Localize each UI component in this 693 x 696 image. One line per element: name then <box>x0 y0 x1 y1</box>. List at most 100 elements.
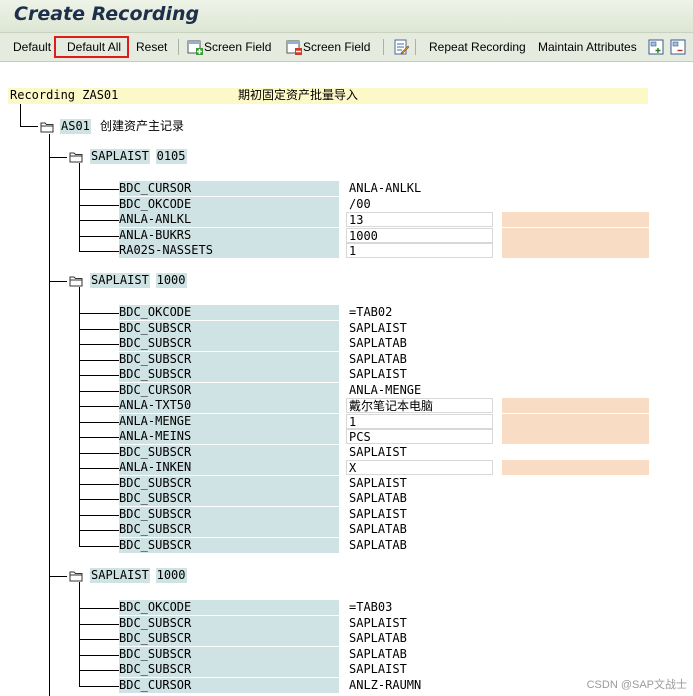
expand-all-icon[interactable] <box>648 39 664 55</box>
tree-connector <box>79 313 119 314</box>
recording-name: Recording ZAS01 <box>10 88 119 102</box>
field-value: ANLA-ANLKL <box>349 181 422 195</box>
tree-connector <box>79 452 119 454</box>
field-value: SAPLATAB <box>349 646 407 661</box>
screen-dynpro[interactable]: 1000 <box>155 273 187 288</box>
field-name[interactable]: BDC_SUBSCR <box>119 646 339 662</box>
toolbar-separator <box>383 39 384 55</box>
input-placeholder-cell[interactable] <box>502 398 649 413</box>
tree-connector <box>79 406 119 407</box>
field-name[interactable]: BDC_OKCODE <box>119 305 339 320</box>
field-name[interactable]: ANLA-MEINS <box>119 429 339 444</box>
field-name[interactable]: RA02S-NASSETS <box>119 243 339 258</box>
tree-connector <box>79 483 119 485</box>
field-name[interactable]: BDC_SUBSCR <box>119 506 339 522</box>
field-value: ANLZ-RAUMN <box>349 677 422 692</box>
input-placeholder-cell[interactable] <box>502 243 649 258</box>
field-name[interactable]: BDC_SUBSCR <box>119 491 339 506</box>
tree-connector <box>79 328 119 330</box>
field-name[interactable]: BDC_SUBSCR <box>119 320 339 336</box>
field-value: SAPLATAB <box>349 522 407 536</box>
field-value: SAPLAIST <box>349 367 407 381</box>
field-name[interactable]: BDC_OKCODE <box>119 600 339 615</box>
tree-connector <box>79 235 119 237</box>
field-value-input[interactable]: 戴尔笔记本电脑 <box>346 398 493 413</box>
tree-connector <box>79 468 119 469</box>
screen-dynpro[interactable]: 1000 <box>155 568 187 583</box>
field-value-input[interactable]: 1000 <box>346 227 493 243</box>
field-name[interactable]: BDC_SUBSCR <box>119 662 339 677</box>
toolbar-separator <box>415 39 416 55</box>
field-name[interactable]: BDC_SUBSCR <box>119 367 339 382</box>
tree-connector <box>79 670 119 671</box>
tree-connector <box>49 157 67 158</box>
field-name[interactable]: BDC_CURSOR <box>119 181 339 196</box>
field-value-input[interactable]: 1 <box>346 243 493 258</box>
field-name[interactable]: BDC_SUBSCR <box>119 336 339 351</box>
field-name[interactable]: BDC_SUBSCR <box>119 615 339 631</box>
input-placeholder-cell[interactable] <box>502 212 649 227</box>
tree-connector <box>49 281 67 282</box>
tree-connector <box>79 189 119 190</box>
transaction-code[interactable]: AS01 <box>60 119 91 134</box>
field-value-input[interactable]: 1 <box>346 413 493 429</box>
input-placeholder-cell[interactable] <box>502 413 649 429</box>
edit-document-icon[interactable] <box>393 39 409 55</box>
tree-connector <box>79 421 119 423</box>
field-value: SAPLATAB <box>349 351 407 366</box>
field-name[interactable]: BDC_SUBSCR <box>119 631 339 646</box>
field-value: SAPLAIST <box>349 320 407 335</box>
screen-field-insert-button[interactable]: Screen Field <box>204 33 271 61</box>
field-name[interactable]: ANLA-INKEN <box>119 460 339 475</box>
tree-connector <box>79 545 119 547</box>
input-placeholder-cell[interactable] <box>502 227 649 243</box>
tree-connector <box>79 220 119 221</box>
field-name[interactable]: BDC_SUBSCR <box>119 475 339 491</box>
default-all-highlight-box <box>54 36 129 58</box>
tree-connector <box>79 499 119 500</box>
input-placeholder-cell[interactable] <box>502 429 649 444</box>
field-value: SAPLATAB <box>349 537 407 552</box>
screen-node[interactable]: SAPLAIST <box>90 273 150 288</box>
screen-folder-icon[interactable] <box>69 275 83 287</box>
tree-connector <box>79 344 119 345</box>
field-value-input[interactable]: X <box>346 460 493 475</box>
maintain-attributes-button[interactable]: Maintain Attributes <box>538 33 637 61</box>
screen-field-delete-icon[interactable] <box>286 39 302 55</box>
tree-connector <box>79 251 119 252</box>
default-button[interactable]: Default <box>13 33 51 61</box>
field-name[interactable]: BDC_OKCODE <box>119 196 339 212</box>
field-name[interactable]: BDC_CURSOR <box>119 677 339 693</box>
tree-connector <box>20 126 38 127</box>
screen-folder-icon[interactable] <box>69 151 83 163</box>
input-placeholder-cell[interactable] <box>502 460 649 475</box>
field-name[interactable]: ANLA-ANLKL <box>119 212 339 227</box>
field-name[interactable]: BDC_SUBSCR <box>119 351 339 367</box>
field-value: SAPLAIST <box>349 475 407 490</box>
field-value-input[interactable]: PCS <box>346 429 493 444</box>
repeat-recording-button[interactable]: Repeat Recording <box>429 33 526 61</box>
screen-node[interactable]: SAPLAIST <box>90 568 150 583</box>
field-name[interactable]: ANLA-MENGE <box>119 413 339 429</box>
reset-button[interactable]: Reset <box>136 33 167 61</box>
field-value: SAPLATAB <box>349 336 407 350</box>
tree-connector <box>79 204 119 206</box>
collapse-all-icon[interactable] <box>670 39 686 55</box>
screen-field-insert-icon[interactable] <box>187 39 203 55</box>
field-value-input[interactable]: 13 <box>346 212 493 227</box>
transaction-folder-icon[interactable] <box>40 121 54 133</box>
field-name[interactable]: ANLA-BUKRS <box>119 227 339 243</box>
field-value: =TAB03 <box>349 600 393 614</box>
field-name[interactable]: BDC_CURSOR <box>119 382 339 398</box>
field-name[interactable]: BDC_SUBSCR <box>119 444 339 460</box>
field-name[interactable]: ANLA-TXT50 <box>119 398 339 413</box>
tree-connector <box>79 359 119 361</box>
tree-connector <box>79 639 119 640</box>
screen-folder-icon[interactable] <box>69 570 83 582</box>
screen-dynpro[interactable]: 0105 <box>155 149 187 164</box>
screen-field-delete-button[interactable]: Screen Field <box>303 33 370 61</box>
screen-node[interactable]: SAPLAIST <box>90 149 150 164</box>
field-name[interactable]: BDC_SUBSCR <box>119 522 339 537</box>
field-value: SAPLATAB <box>349 491 407 505</box>
field-name[interactable]: BDC_SUBSCR <box>119 537 339 553</box>
